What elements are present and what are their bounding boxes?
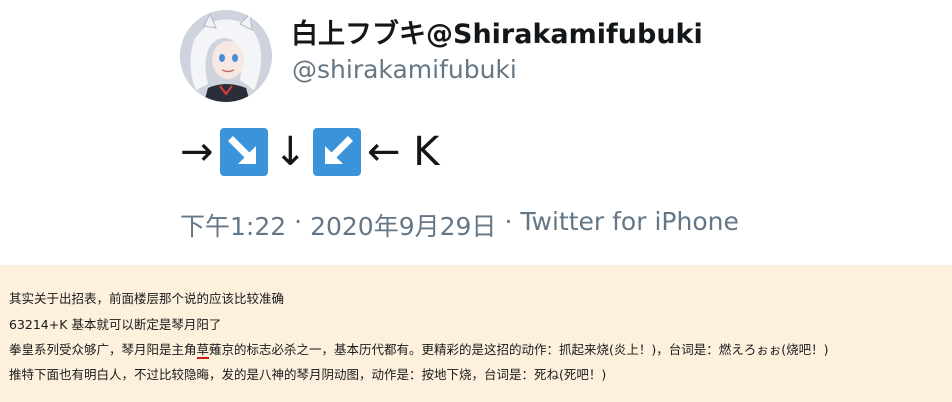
tweet-source[interactable]: Twitter for iPhone: [520, 207, 738, 243]
down-left-arrow-key-icon: [313, 128, 362, 176]
tweet-card: 白上フブキ@Shirakamifubuki @shirakamifubuki →…: [0, 0, 952, 262]
comment-box: 其实关于出招表，前面楼层那个说的应该比较准确 63214+K 基本就可以断定是琴…: [0, 265, 952, 402]
tweet-date[interactable]: 2020年9月29日: [310, 207, 496, 243]
tweet-meta: 下午1:22 · 2020年9月29日 · Twitter for iPhone: [180, 207, 739, 243]
comment-line-3-end: 薙京的标志必杀之一，基本历代都有。更精彩的是这招的动作：抓起来烧(炎上！)，台词…: [209, 342, 829, 357]
underlined-character: 草: [196, 342, 210, 359]
display-name[interactable]: 白上フブキ@Shirakamifubuki: [291, 12, 703, 51]
comment-line-1: 其实关于出招表，前面楼层那个说的应该比较准确: [9, 291, 285, 306]
avatar[interactable]: [180, 10, 272, 102]
down-arrow-text: ↓: [273, 129, 308, 175]
comment-line-4: 推特下面也有明白人，不过比较隐晦，发的是八神的琴月阴动图，动作是：按地下烧，台词…: [9, 367, 607, 382]
left-arrow-k-text: ← K: [367, 129, 440, 175]
comment-line-2: 63214+K 基本就可以断定是琴月阳了: [9, 317, 222, 332]
command-sequence: → ↓ ← K: [180, 126, 440, 178]
meta-separator: ·: [504, 207, 513, 236]
comment-line-3: 拳皇系列受众够广，琴月阳是主角草薙京的标志必杀之一，基本历代都有。更精彩的是这招…: [9, 339, 829, 359]
tweet-time[interactable]: 下午1:22: [180, 207, 286, 243]
user-handle[interactable]: @shirakamifubuki: [292, 55, 517, 84]
right-arrow-text: →: [180, 129, 214, 175]
meta-separator: ·: [294, 207, 303, 236]
comment-line-3-start: 拳皇系列受众够广，琴月阳是主角: [9, 342, 197, 357]
avatar-illustration: [180, 10, 272, 102]
down-right-arrow-key-icon: [219, 128, 268, 176]
